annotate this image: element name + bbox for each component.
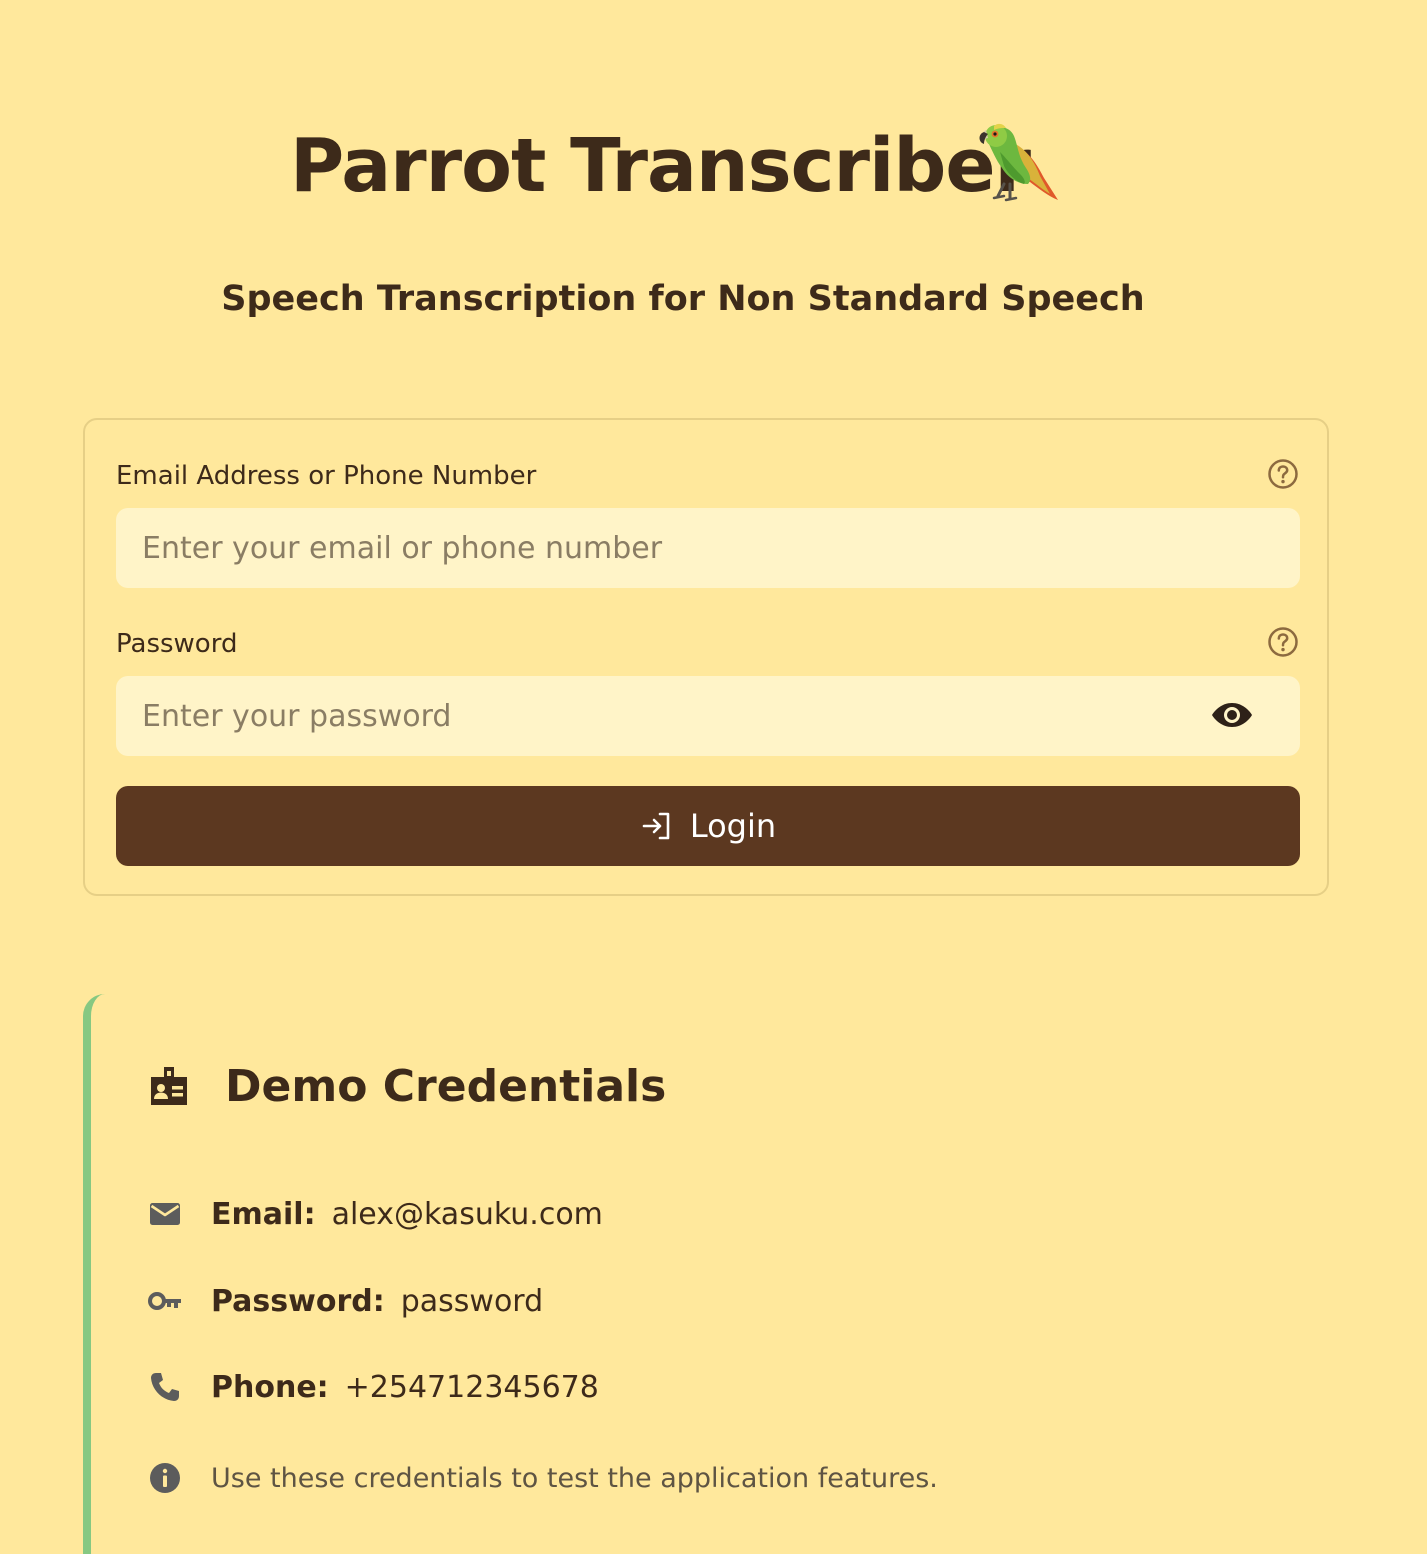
demo-password-row: Password: password (147, 1281, 543, 1321)
demo-note-row: Use these credentials to test the applic… (147, 1458, 938, 1498)
title-row: Parrot Transcriber (0, 118, 1427, 218)
demo-credentials-card: Demo Credentials Email: alex@kasuku.com … (83, 994, 1329, 1554)
demo-email-label: Email: (211, 1196, 316, 1232)
info-icon (150, 1463, 180, 1493)
help-circle-icon[interactable] (1267, 626, 1299, 658)
login-card: Email Address or Phone Number Password L… (83, 418, 1329, 896)
demo-phone-value: +254712345678 (344, 1369, 599, 1405)
mail-icon (150, 1203, 180, 1225)
demo-password-value: password (400, 1283, 544, 1319)
eye-icon[interactable] (1211, 701, 1253, 729)
demo-email-value: alex@kasuku.com (331, 1196, 603, 1232)
email-field-label: Email Address or Phone Number (116, 461, 537, 491)
password-field-label: Password (116, 629, 238, 659)
demo-note-text: Use these credentials to test the applic… (211, 1462, 938, 1494)
login-button[interactable]: Login (116, 786, 1300, 866)
demo-phone-label: Phone: (211, 1369, 329, 1405)
login-icon (642, 812, 670, 840)
login-button-label: Login (689, 807, 777, 845)
key-icon (148, 1292, 181, 1310)
parrot-icon (979, 123, 1058, 202)
demo-password-label: Password: (211, 1283, 385, 1319)
app-title: Parrot Transcriber (290, 123, 1031, 209)
help-circle-icon[interactable] (1267, 458, 1299, 490)
demo-credentials-title: Demo Credentials (225, 1061, 667, 1112)
password-field[interactable] (116, 676, 1300, 756)
phone-icon (151, 1373, 179, 1401)
demo-email-row: Email: alex@kasuku.com (147, 1194, 603, 1234)
app-subtitle: Speech Transcription for Non Standard Sp… (221, 279, 1145, 319)
demo-phone-row: Phone: +254712345678 (147, 1367, 599, 1407)
demo-credentials-header: Demo Credentials (147, 1060, 666, 1114)
email-field[interactable] (116, 508, 1300, 588)
badge-icon (151, 1067, 187, 1105)
